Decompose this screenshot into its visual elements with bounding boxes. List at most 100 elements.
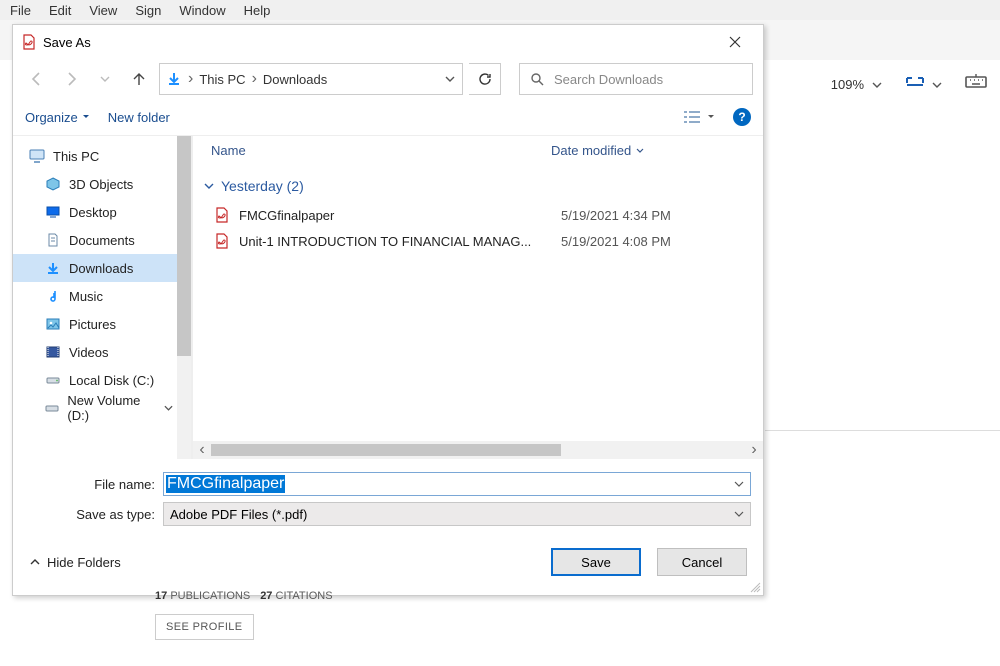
organize-button[interactable]: Organize [25,110,90,125]
col-date-label: Date modified [551,143,631,158]
fit-width-button[interactable] [904,74,942,96]
file-row[interactable]: Unit-1 INTRODUCTION TO FINANCIAL MANAG..… [213,228,763,254]
filename-field[interactable]: FMCGfinalpaper [163,472,751,496]
file-name: FMCGfinalpaper [239,208,561,223]
see-profile-button[interactable]: SEE PROFILE [155,614,254,640]
list-view-icon [683,110,701,124]
tree-newvolume-d[interactable]: New Volume (D:) [13,394,191,422]
tree-root-thispc[interactable]: This PC [13,142,191,170]
menu-file[interactable]: File [10,3,31,18]
tree-documents[interactable]: Documents [13,226,191,254]
scroll-left-icon[interactable]: ‹ [193,441,211,459]
new-folder-button[interactable]: New folder [108,110,170,125]
scrollbar-thumb[interactable] [211,444,561,456]
save-form: File name: FMCGfinalpaper Save as type: … [13,459,763,529]
fit-width-icon [904,74,926,96]
breadcrumb-separator: › [252,70,257,88]
col-name[interactable]: Name [211,143,551,158]
save-as-dialog: Save As › This PC › Downloads Organize [12,24,764,596]
dialog-footer: Hide Folders Save Cancel [13,529,763,595]
file-group-header[interactable]: Yesterday (2) [193,164,763,202]
tree-3dobjects[interactable]: 3D Objects [13,170,191,198]
cits-count: 27 [260,590,272,602]
horizontal-scrollbar[interactable]: ‹ › [193,441,763,459]
savetype-dropdown[interactable] [728,509,750,519]
download-icon [46,261,60,275]
download-icon [166,71,182,87]
search-input[interactable] [554,72,742,87]
col-date[interactable]: Date modified [551,143,645,158]
tree-pictures[interactable]: Pictures [13,310,191,338]
content-divider [765,430,1000,431]
cancel-button[interactable]: Cancel [657,548,747,576]
app-menubar: File Edit View Sign Window Help [0,0,1000,20]
tree-localdisk-c[interactable]: Local Disk (C:) [13,366,191,394]
menu-edit[interactable]: Edit [49,3,71,18]
tree-label: Local Disk (C:) [69,373,154,388]
address-bar[interactable]: › This PC › Downloads [159,63,463,95]
forward-button[interactable] [57,65,85,93]
keyboard-button[interactable] [964,72,988,97]
computer-icon [29,149,45,163]
tree-music[interactable]: Music [13,282,191,310]
resize-grip-icon[interactable] [749,581,761,593]
chevron-down-icon [932,80,942,90]
chevron-up-icon [29,556,41,568]
breadcrumb-current[interactable]: Downloads [263,72,327,87]
file-row[interactable]: FMCGfinalpaper 5/19/2021 4:34 PM [213,202,763,228]
recent-button[interactable] [91,65,119,93]
refresh-icon [478,72,492,86]
document-icon [47,233,59,247]
chevron-down-icon[interactable] [444,73,456,85]
hide-folders-label: Hide Folders [47,555,121,570]
savetype-label: Save as type: [25,507,155,522]
close-button[interactable] [715,29,755,55]
caret-down-icon [82,113,90,121]
view-mode-button[interactable] [683,110,715,124]
tree-videos[interactable]: Videos [13,338,191,366]
arrow-right-icon [63,71,79,87]
savetype-value: Adobe PDF Files (*.pdf) [164,507,728,522]
drive-icon [46,375,60,385]
pubs-count: 17 [155,590,167,602]
help-button[interactable]: ? [733,108,751,126]
dialog-titlebar: Save As [13,25,763,59]
folder-tree: This PC 3D Objects Desktop Documents Dow… [13,136,193,459]
pubs-label: PUBLICATIONS [170,590,250,602]
hide-folders-button[interactable]: Hide Folders [29,555,121,570]
chevron-down-icon [734,509,744,519]
tree-downloads[interactable]: Downloads [13,254,191,282]
tree-label: 3D Objects [69,177,133,192]
profile-stats: 17 PUBLICATIONS 27 CITATIONS [155,590,333,602]
arrow-left-icon [29,71,45,87]
search-icon [530,72,544,86]
column-headers: Name Date modified [193,136,763,164]
menu-sign[interactable]: Sign [135,3,161,18]
breadcrumb-separator: › [188,70,193,88]
search-box[interactable] [519,63,753,95]
menu-window[interactable]: Window [179,3,225,18]
chevron-down-icon [872,80,882,90]
menu-help[interactable]: Help [244,3,271,18]
savetype-field[interactable]: Adobe PDF Files (*.pdf) [163,502,751,526]
tree-scrollbar-thumb[interactable] [177,136,191,356]
menu-view[interactable]: View [89,3,117,18]
zoom-control[interactable]: 109% [831,77,882,92]
cits-label: CITATIONS [276,590,333,602]
refresh-button[interactable] [469,63,501,95]
up-button[interactable] [125,65,153,93]
breadcrumb-root[interactable]: This PC [199,72,245,87]
zoom-value: 109% [831,77,864,92]
save-button[interactable]: Save [551,548,641,576]
tree-label: This PC [53,149,99,164]
organize-label: Organize [25,110,78,125]
tree-desktop[interactable]: Desktop [13,198,191,226]
filename-input[interactable]: FMCGfinalpaper [166,475,285,493]
back-button[interactable] [23,65,51,93]
chevron-down-icon[interactable] [164,403,173,413]
arrow-up-icon [131,71,147,87]
reader-toolbar: 109% [831,72,988,97]
file-list-pane: Name Date modified Yesterday (2) FMCGfin… [193,136,763,459]
scroll-right-icon[interactable]: › [745,441,763,459]
filename-dropdown[interactable] [728,479,750,489]
